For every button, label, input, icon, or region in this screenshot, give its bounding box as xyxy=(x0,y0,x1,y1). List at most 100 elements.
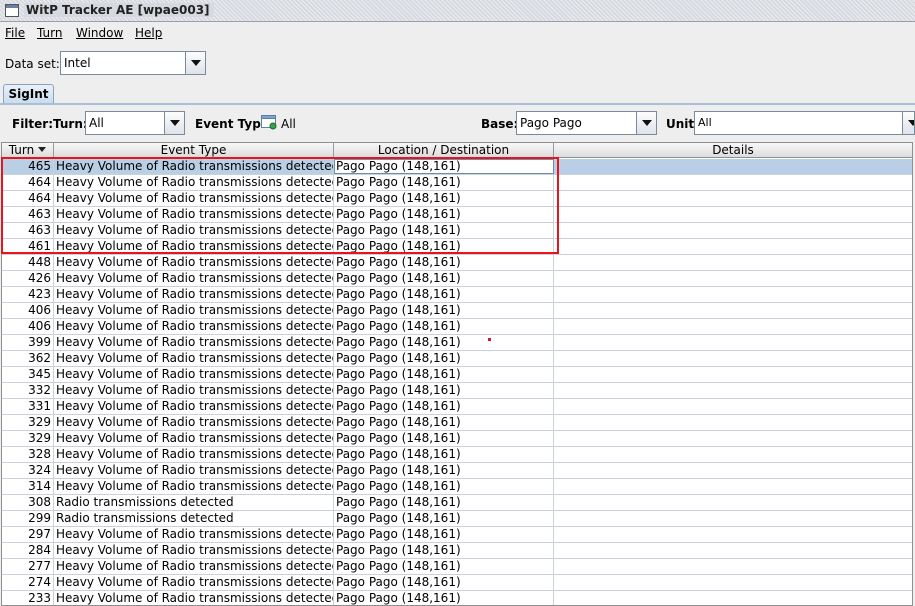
turn-cell[interactable]: 332 xyxy=(2,383,54,398)
turn-cell[interactable]: 463 xyxy=(2,207,54,222)
location-cell[interactable]: Pago Pago (148,161) xyxy=(334,255,554,270)
turn-cell[interactable]: 233 xyxy=(2,591,54,605)
location-cell[interactable]: Pago Pago (148,161) xyxy=(334,319,554,334)
base-filter-select[interactable]: Pago Pago xyxy=(516,111,657,135)
location-cell[interactable]: Pago Pago (148,161) xyxy=(334,207,554,222)
event-type-cell[interactable]: Heavy Volume of Radio transmissions dete… xyxy=(54,367,334,382)
details-cell[interactable] xyxy=(554,255,912,270)
details-cell[interactable] xyxy=(554,303,912,318)
details-cell[interactable] xyxy=(554,383,912,398)
event-type-cell[interactable]: Heavy Volume of Radio transmissions dete… xyxy=(54,239,334,254)
location-cell[interactable]: Pago Pago (148,161) xyxy=(334,543,554,558)
table-row[interactable]: 329 Heavy Volume of Radio transmissions d… xyxy=(2,431,912,447)
details-cell[interactable] xyxy=(554,447,912,462)
table-row[interactable]: 448 Heavy Volume of Radio transmissions d… xyxy=(2,255,912,271)
table-row[interactable]: 406 Heavy Volume of Radio transmissions d… xyxy=(2,303,912,319)
details-cell[interactable] xyxy=(554,399,912,414)
table-row[interactable]: 233 Heavy Volume of Radio transmissions d… xyxy=(2,591,912,605)
event-type-cell[interactable]: Heavy Volume of Radio transmissions dete… xyxy=(54,207,334,222)
table-row[interactable]: 463 Heavy Volume of Radio transmissions d… xyxy=(2,207,912,223)
location-cell[interactable]: Pago Pago (148,161) xyxy=(334,223,554,238)
location-cell[interactable]: Pago Pago (148,161) xyxy=(334,239,554,254)
details-cell[interactable] xyxy=(554,287,912,302)
location-cell[interactable]: Pago Pago (148,161) xyxy=(334,351,554,366)
event-type-cell[interactable]: Heavy Volume of Radio transmissions dete… xyxy=(54,399,334,414)
location-cell[interactable]: Pago Pago (148,161) xyxy=(334,575,554,590)
details-cell[interactable] xyxy=(554,351,912,366)
details-cell[interactable] xyxy=(554,415,912,430)
table-row[interactable]: 465 Heavy Volume of Radio transmissions d… xyxy=(2,159,912,175)
turn-cell[interactable]: 399 xyxy=(2,335,54,350)
location-cell[interactable]: Pago Pago (148,161) xyxy=(334,335,554,350)
location-cell[interactable]: Pago Pago (148,161) xyxy=(334,399,554,414)
location-cell[interactable]: Pago Pago (148,161) xyxy=(334,191,554,206)
event-type-cell[interactable]: Heavy Volume of Radio transmissions dete… xyxy=(54,351,334,366)
location-cell[interactable]: Pago Pago (148,161) xyxy=(334,383,554,398)
details-cell[interactable] xyxy=(554,527,912,542)
event-type-cell[interactable]: Heavy Volume of Radio transmissions dete… xyxy=(54,415,334,430)
turn-cell[interactable]: 464 xyxy=(2,175,54,190)
table-row[interactable]: 299 Radio transmissions detected Pago Pago… xyxy=(2,511,912,527)
location-cell[interactable]: Pago Pago (148,161) xyxy=(334,287,554,302)
event-type-cell[interactable]: Heavy Volume of Radio transmissions dete… xyxy=(54,543,334,558)
table-row[interactable]: 426 Heavy Volume of Radio transmissions d… xyxy=(2,271,912,287)
turn-cell[interactable]: 284 xyxy=(2,543,54,558)
turn-cell[interactable]: 464 xyxy=(2,191,54,206)
location-cell[interactable]: Pago Pago (148,161) xyxy=(334,367,554,382)
turn-cell[interactable]: 329 xyxy=(2,415,54,430)
event-type-cell[interactable]: Heavy Volume of Radio transmissions dete… xyxy=(54,527,334,542)
turn-cell[interactable]: 324 xyxy=(2,463,54,478)
event-type-cell[interactable]: Heavy Volume of Radio transmissions dete… xyxy=(54,591,334,605)
table-row[interactable]: 345 Heavy Volume of Radio transmissions d… xyxy=(2,367,912,383)
event-type-cell[interactable]: Radio transmissions detected xyxy=(54,511,334,526)
location-cell[interactable]: Pago Pago (148,161) xyxy=(334,591,554,605)
event-type-cell[interactable]: Heavy Volume of Radio transmissions dete… xyxy=(54,255,334,270)
location-cell[interactable]: Pago Pago (148,161) xyxy=(334,415,554,430)
details-cell[interactable] xyxy=(554,223,912,238)
table-row[interactable]: 399 Heavy Volume of Radio transmissions d… xyxy=(2,335,912,351)
chevron-down-icon[interactable] xyxy=(164,112,184,134)
turn-cell[interactable]: 314 xyxy=(2,479,54,494)
turn-cell[interactable]: 329 xyxy=(2,431,54,446)
turn-cell[interactable]: 461 xyxy=(2,239,54,254)
location-cell[interactable]: Pago Pago (148,161) xyxy=(334,511,554,526)
details-cell[interactable] xyxy=(554,367,912,382)
event-type-cell[interactable]: Heavy Volume of Radio transmissions dete… xyxy=(54,271,334,286)
event-type-cell[interactable]: Radio transmissions detected xyxy=(54,495,334,510)
details-cell[interactable] xyxy=(554,319,912,334)
column-header-event-type[interactable]: Event Type xyxy=(54,143,334,158)
event-type-cell[interactable]: Heavy Volume of Radio transmissions dete… xyxy=(54,319,334,334)
table-row[interactable]: 328 Heavy Volume of Radio transmissions d… xyxy=(2,447,912,463)
details-cell[interactable] xyxy=(554,479,912,494)
turn-cell[interactable]: 406 xyxy=(2,319,54,334)
details-cell[interactable] xyxy=(554,495,912,510)
details-cell[interactable] xyxy=(554,463,912,478)
menu-help[interactable]: Help xyxy=(135,26,162,40)
events-table[interactable]: Turn Event Type Location / Destination D… xyxy=(1,142,913,606)
event-type-cell[interactable]: Heavy Volume of Radio transmissions dete… xyxy=(54,159,334,174)
event-type-cell[interactable]: Heavy Volume of Radio transmissions dete… xyxy=(54,431,334,446)
turn-cell[interactable]: 463 xyxy=(2,223,54,238)
details-cell[interactable] xyxy=(554,575,912,590)
event-type-cell[interactable]: Heavy Volume of Radio transmissions dete… xyxy=(54,383,334,398)
table-row[interactable]: 464 Heavy Volume of Radio transmissions d… xyxy=(2,175,912,191)
table-row[interactable]: 314 Heavy Volume of Radio transmissions d… xyxy=(2,479,912,495)
menu-window[interactable]: Window xyxy=(76,26,123,40)
table-row[interactable]: 324 Heavy Volume of Radio transmissions d… xyxy=(2,463,912,479)
table-row[interactable]: 277 Heavy Volume of Radio transmissions d… xyxy=(2,559,912,575)
details-cell[interactable] xyxy=(554,159,912,174)
details-cell[interactable] xyxy=(554,335,912,350)
location-cell[interactable]: Pago Pago (148,161) xyxy=(334,159,554,174)
turn-cell[interactable]: 465 xyxy=(2,159,54,174)
table-row[interactable]: 406 Heavy Volume of Radio transmissions d… xyxy=(2,319,912,335)
tab-sigint[interactable]: SigInt xyxy=(3,84,54,104)
event-type-cell[interactable]: Heavy Volume of Radio transmissions dete… xyxy=(54,191,334,206)
event-type-cell[interactable]: Heavy Volume of Radio transmissions dete… xyxy=(54,463,334,478)
turn-cell[interactable]: 297 xyxy=(2,527,54,542)
table-row[interactable]: 423 Heavy Volume of Radio transmissions d… xyxy=(2,287,912,303)
location-cell[interactable]: Pago Pago (148,161) xyxy=(334,175,554,190)
details-cell[interactable] xyxy=(554,431,912,446)
details-cell[interactable] xyxy=(554,559,912,574)
details-cell[interactable] xyxy=(554,511,912,526)
turn-cell[interactable]: 308 xyxy=(2,495,54,510)
